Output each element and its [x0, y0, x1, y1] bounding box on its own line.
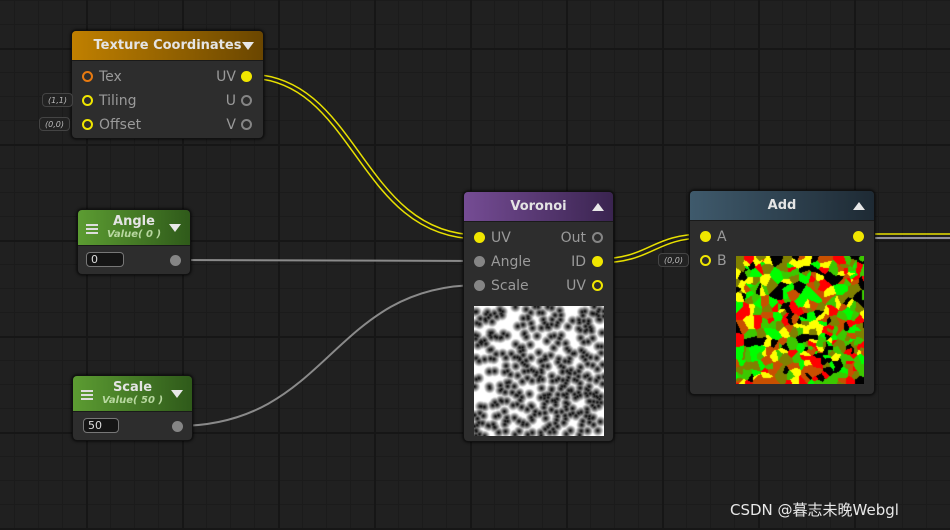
angle-value-field[interactable]: 0: [86, 252, 124, 267]
node-header[interactable]: Voronoi: [464, 192, 613, 222]
port-label: Offset: [99, 117, 142, 133]
node-header[interactable]: Add: [690, 191, 874, 221]
port-scale-in[interactable]: [474, 280, 485, 291]
port-add-out[interactable]: [853, 231, 864, 242]
port-uv-in[interactable]: [474, 232, 485, 243]
port-label: U: [225, 93, 236, 109]
menu-icon[interactable]: [81, 390, 93, 400]
wire-angle-to-voronoi: [174, 259, 480, 262]
port-offset[interactable]: [82, 119, 93, 130]
port-label: V: [226, 117, 236, 133]
port-angle-in[interactable]: [474, 256, 485, 267]
port-label: UV: [491, 230, 511, 246]
wire-uv-to-voronoi: [246, 73, 480, 236]
node-title: Add: [767, 198, 797, 213]
port-angle-out[interactable]: [170, 255, 181, 266]
collapse-icon[interactable]: [171, 390, 183, 398]
port-label: B: [717, 253, 727, 269]
node-subtitle: Value( 50 ): [101, 394, 164, 406]
node-voronoi[interactable]: Voronoi UV Angle Scale Out ID UV: [463, 191, 614, 442]
port-tiling[interactable]: [82, 95, 93, 106]
watermark: CSDN @暮志未晚Webgl: [730, 501, 899, 519]
port-label: A: [717, 229, 727, 245]
node-subtitle: Value( 0 ): [106, 228, 162, 240]
tiling-default-chip[interactable]: (1,1): [42, 93, 73, 107]
node-header[interactable]: Texture Coordinates: [72, 31, 263, 61]
port-label: Scale: [491, 278, 529, 294]
node-texture-coordinates[interactable]: Texture Coordinates Tex Tiling Offset UV…: [71, 30, 264, 139]
collapse-icon[interactable]: [242, 42, 254, 50]
port-scale-out[interactable]: [172, 421, 183, 432]
port-label: UV: [566, 278, 586, 294]
port-b-in[interactable]: [700, 255, 711, 266]
menu-icon[interactable]: [86, 224, 98, 234]
node-title: Scale: [112, 379, 153, 395]
port-tex[interactable]: [82, 71, 93, 82]
port-uv-out[interactable]: [592, 280, 603, 291]
port-label: Tex: [99, 69, 122, 85]
collapse-icon[interactable]: [592, 203, 604, 211]
port-v-out[interactable]: [241, 119, 252, 130]
wire-scale-to-voronoi: [176, 284, 480, 427]
node-scale[interactable]: Scale Value( 50 ) 50: [72, 375, 193, 441]
port-label: Tiling: [99, 93, 137, 109]
node-title: Angle: [113, 213, 155, 229]
port-label: ID: [571, 254, 586, 270]
collapse-icon[interactable]: [169, 224, 181, 232]
port-label: Angle: [491, 254, 531, 270]
b-default-chip[interactable]: (0,0): [658, 253, 689, 267]
collapse-icon[interactable]: [853, 202, 865, 210]
port-a-in[interactable]: [700, 231, 711, 242]
node-title: Voronoi: [510, 199, 567, 214]
port-uv-out[interactable]: [241, 71, 252, 82]
port-label: UV: [216, 69, 236, 85]
offset-default-chip[interactable]: (0,0): [39, 117, 70, 131]
node-title: Texture Coordinates: [93, 38, 242, 53]
scale-value-field[interactable]: 50: [83, 418, 119, 433]
port-u-out[interactable]: [241, 95, 252, 106]
node-add[interactable]: Add A B: [689, 190, 875, 395]
node-header[interactable]: Scale Value( 50 ): [73, 376, 192, 412]
add-preview: [736, 256, 864, 384]
voronoi-preview: [474, 306, 604, 436]
port-id-out[interactable]: [592, 256, 603, 267]
port-label: Out: [560, 230, 586, 246]
node-header[interactable]: Angle Value( 0 ): [78, 210, 190, 246]
node-angle[interactable]: Angle Value( 0 ) 0: [77, 209, 191, 275]
port-out[interactable]: [592, 232, 603, 243]
